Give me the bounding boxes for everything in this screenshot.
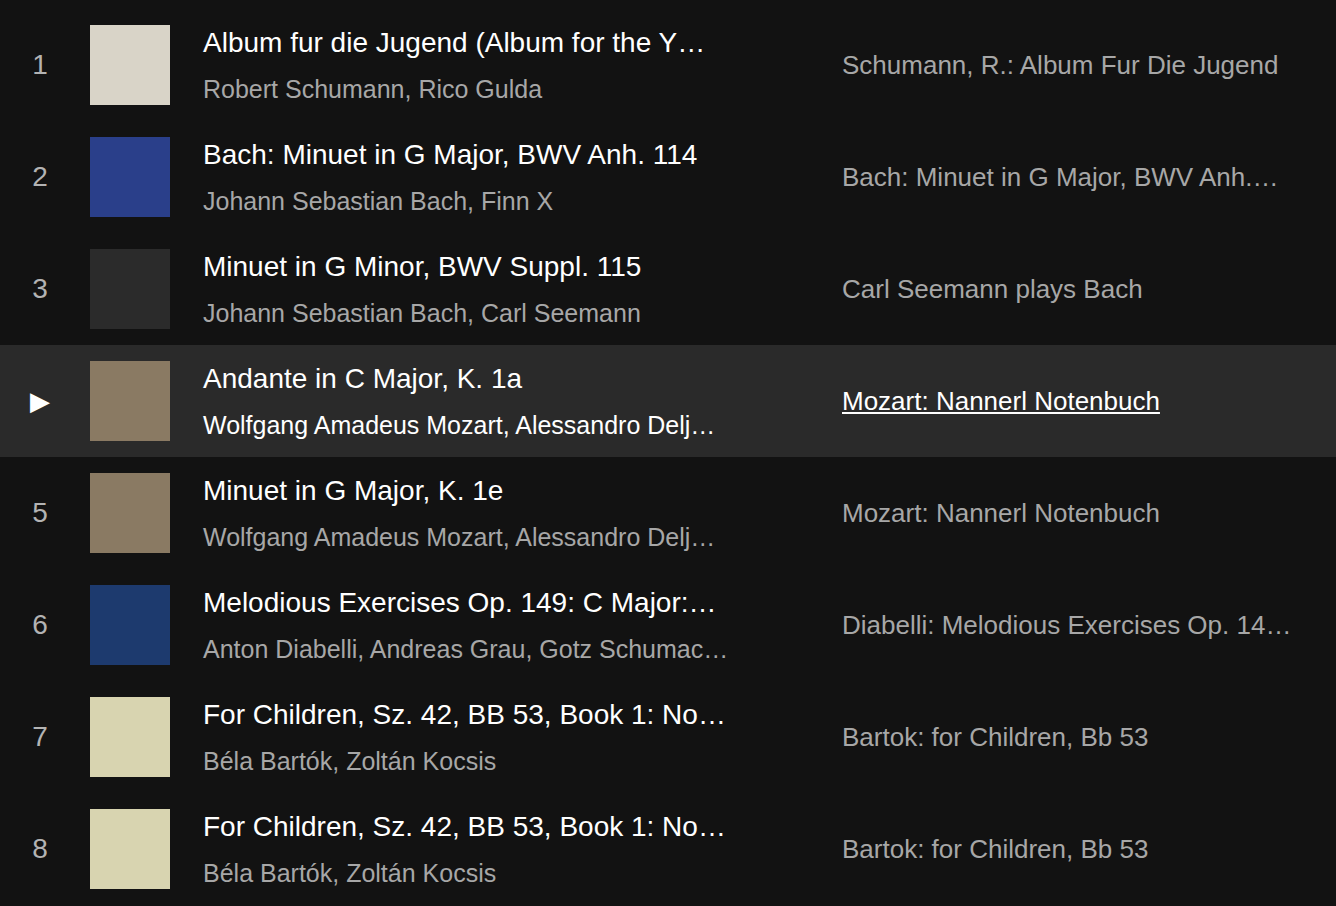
track-album[interactable]: Mozart: Nannerl Notenbuch [842, 386, 1336, 417]
track-number: 1 [0, 49, 80, 81]
track-number: 8 [0, 833, 80, 865]
track-artists[interactable]: Béla Bartók, Zoltán Kocsis [203, 858, 809, 888]
track-number: 5 [0, 497, 80, 529]
track-title[interactable]: Minuet in G Major, K. 1e [203, 474, 809, 508]
track-row[interactable]: 6 Melodious Exercises Op. 149: C Major:… A… [0, 569, 1336, 681]
track-artists[interactable]: Robert Schumann, Rico Gulda [203, 74, 809, 104]
track-title[interactable]: For Children, Sz. 42, BB 53, Book 1: No… [203, 810, 809, 844]
track-album[interactable]: Bartok: for Children, Bb 53 [842, 834, 1336, 865]
track-artists[interactable]: Johann Sebastian Bach, Carl Seemann [203, 298, 809, 328]
track-artists[interactable]: Wolfgang Amadeus Mozart, Alessandro Delj… [203, 522, 809, 552]
track-number: 6 [0, 609, 80, 641]
track-title[interactable]: Bach: Minuet in G Major, BWV Anh. 114 [203, 138, 809, 172]
track-row[interactable]: 2 Bach: Minuet in G Major, BWV Anh. 114 Jo… [0, 121, 1336, 233]
track-artists[interactable]: Béla Bartók, Zoltán Kocsis [203, 746, 809, 776]
track-row[interactable]: 1 Album fur die Jugend (Album for the Y… R… [0, 9, 1336, 121]
album-art [90, 809, 170, 889]
track-title[interactable]: Andante in C Major, K. 1a [203, 362, 809, 396]
track-artists[interactable]: Johann Sebastian Bach, Finn X [203, 186, 809, 216]
track-album[interactable]: Carl Seemann plays Bach [842, 274, 1336, 305]
track-number: 3 [0, 273, 80, 305]
track-album[interactable]: Bartok: for Children, Bb 53 [842, 722, 1336, 753]
track-row[interactable]: 8 For Children, Sz. 42, BB 53, Book 1: No… [0, 793, 1336, 905]
album-art [90, 25, 170, 105]
album-art [90, 473, 170, 553]
track-number: 7 [0, 721, 80, 753]
track-album[interactable]: Diabelli: Melodious Exercises Op. 14… [842, 610, 1336, 641]
track-album[interactable]: Mozart: Nannerl Notenbuch [842, 498, 1336, 529]
album-art [90, 585, 170, 665]
track-artists[interactable]: Anton Diabelli, Andreas Grau, Gotz Schum… [203, 634, 809, 664]
album-art [90, 249, 170, 329]
track-number: ▶ [0, 386, 80, 417]
track-album[interactable]: Schumann, R.: Album Fur Die Jugend [842, 50, 1336, 81]
track-number: 2 [0, 161, 80, 193]
track-list: 1 Album fur die Jugend (Album for the Y… R… [0, 0, 1336, 906]
track-row[interactable]: 5 Minuet in G Major, K. 1e Wolfgang Amadeu… [0, 457, 1336, 569]
track-row[interactable]: 7 For Children, Sz. 42, BB 53, Book 1: No… [0, 681, 1336, 793]
album-art [90, 137, 170, 217]
album-art [90, 697, 170, 777]
track-row[interactable]: 3 Minuet in G Minor, BWV Suppl. 115 Johann… [0, 233, 1336, 345]
track-title[interactable]: Melodious Exercises Op. 149: C Major:… [203, 586, 809, 620]
track-title[interactable]: Album fur die Jugend (Album for the Y… [203, 26, 809, 60]
track-album[interactable]: Bach: Minuet in G Major, BWV Anh.… [842, 162, 1336, 193]
track-row[interactable]: ▶ Andante in C Major, K. 1a Wolfgang Amade… [0, 345, 1336, 457]
track-title[interactable]: For Children, Sz. 42, BB 53, Book 1: No… [203, 698, 809, 732]
track-artists[interactable]: Wolfgang Amadeus Mozart, Alessandro Delj… [203, 410, 809, 440]
track-title[interactable]: Minuet in G Minor, BWV Suppl. 115 [203, 250, 809, 284]
album-art [90, 361, 170, 441]
